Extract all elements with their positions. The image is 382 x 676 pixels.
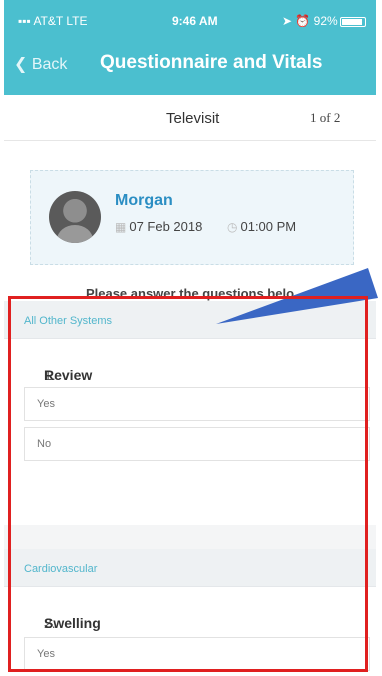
subheader: Televisit 1 of 2 bbox=[4, 95, 376, 141]
avatar bbox=[49, 191, 101, 243]
battery-icon bbox=[340, 17, 366, 27]
page-indicator: 1 of 2 bbox=[310, 110, 341, 125]
page-title: Questionnaire and Vitals bbox=[100, 52, 323, 73]
question-title: 2. Swelling in hands/feet bbox=[4, 587, 376, 663]
battery-fill bbox=[342, 19, 362, 25]
carrier-label: ▪▪▪ AT&T LTE bbox=[18, 14, 88, 28]
calendar-icon: ▦ bbox=[115, 220, 127, 234]
chevron-left-icon: ❮ bbox=[14, 56, 32, 73]
patient-card: Morgan ▦ 07 Feb 2018 ◷ 01:00 PM bbox=[30, 170, 354, 265]
signal-icon: ▪▪▪ bbox=[18, 14, 34, 28]
phone-screen: ▪▪▪ AT&T LTE 9:46 AM ➤ ⏰ 92% ❮ Back Ques… bbox=[4, 0, 376, 676]
appointment-time: ◷ 01:00 PM bbox=[227, 219, 297, 234]
nav-bar: ❮ Back Questionnaire and Vitals bbox=[4, 42, 376, 86]
patient-name[interactable]: Morgan bbox=[115, 192, 173, 210]
section-header: Cardiovascular bbox=[4, 549, 376, 587]
visit-type: Televisit bbox=[166, 110, 220, 127]
questionnaire: All Other Systems 1. Review of Systems (… bbox=[4, 301, 376, 676]
callout-pointer bbox=[216, 268, 378, 324]
clock-icon: ◷ bbox=[227, 220, 238, 234]
alarm-icon: ⏰ bbox=[295, 14, 314, 28]
option-yes[interactable]: Yes bbox=[24, 637, 370, 671]
option-yes[interactable]: Yes bbox=[24, 387, 370, 421]
location-icon: ➤ bbox=[282, 14, 296, 28]
pointer-shape bbox=[216, 268, 378, 324]
status-bar: ▪▪▪ AT&T LTE 9:46 AM ➤ ⏰ 92% bbox=[4, 0, 376, 38]
question-title: 1. Review of Systems (ROS) bbox=[4, 339, 376, 431]
battery-percent: 92% bbox=[313, 14, 338, 28]
back-button[interactable]: ❮ Back bbox=[14, 54, 67, 74]
appointment-date: ▦ 07 Feb 2018 bbox=[115, 219, 203, 234]
app-header: ▪▪▪ AT&T LTE 9:46 AM ➤ ⏰ 92% ❮ Back Ques… bbox=[4, 0, 376, 95]
clock: 9:46 AM bbox=[172, 14, 218, 28]
option-no[interactable]: No bbox=[24, 427, 370, 461]
status-right: ➤ ⏰ 92% bbox=[282, 14, 338, 28]
